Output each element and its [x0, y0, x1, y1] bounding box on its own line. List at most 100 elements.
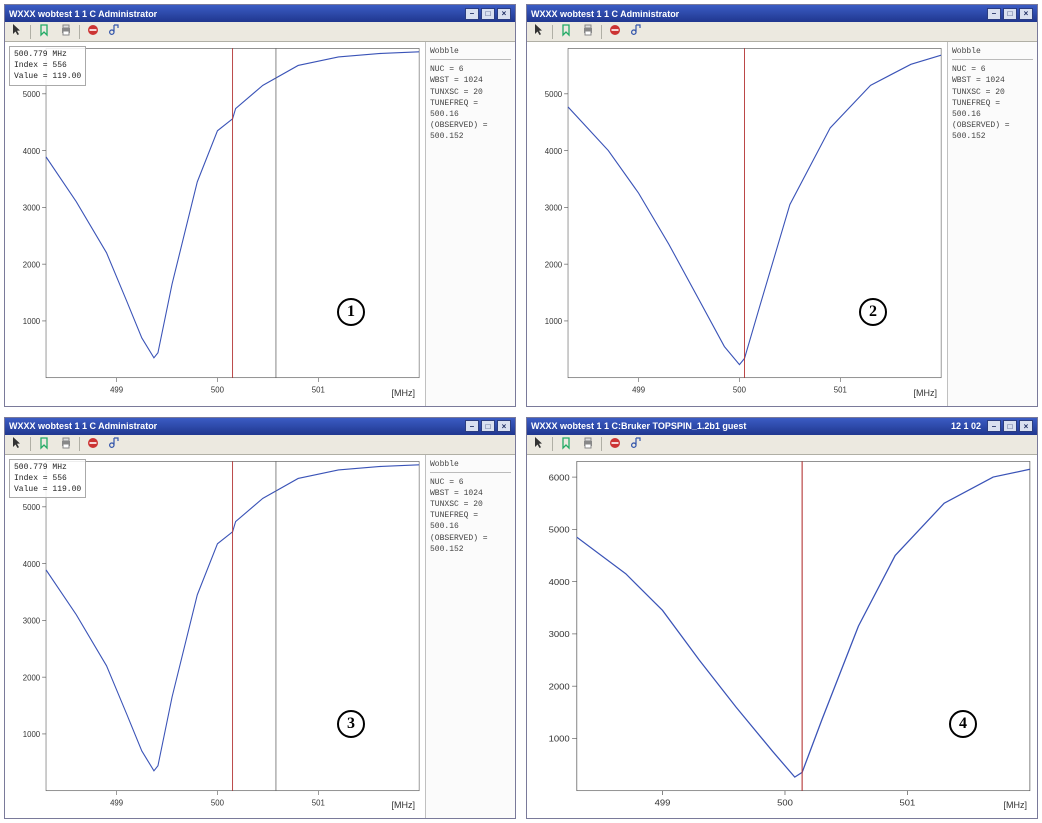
maximize-button[interactable]: □	[1003, 420, 1017, 432]
note-icon	[630, 436, 644, 453]
plot-area[interactable]: 100020003000400050006000499500501[MHz]4	[527, 455, 1037, 819]
bookmark-button[interactable]	[557, 24, 575, 40]
cursor-icon	[532, 23, 546, 40]
svg-text:1000: 1000	[545, 317, 563, 326]
svg-text:2000: 2000	[23, 673, 41, 682]
note-button[interactable]	[106, 24, 124, 40]
svg-text:501: 501	[312, 798, 325, 807]
svg-text:1000: 1000	[23, 317, 41, 326]
svg-text:3000: 3000	[23, 616, 41, 625]
cursor-button[interactable]	[530, 436, 548, 452]
parameter-line: NUC = 6	[430, 477, 511, 488]
plot-area[interactable]: 10002000300040005000499500501[MHz]2	[527, 42, 947, 406]
plot-area[interactable]: 10002000300040005000499500501500.779 MHz…	[5, 455, 425, 819]
cursor-info-box: 500.779 MHzIndex = 556Value = 119.00	[9, 46, 86, 86]
print-icon	[59, 23, 73, 40]
cursor-button[interactable]	[8, 24, 26, 40]
plot-svg: 100020003000400050006000499500501	[527, 455, 1037, 819]
svg-text:3000: 3000	[545, 203, 563, 212]
bookmark-button[interactable]	[557, 436, 575, 452]
svg-text:1000: 1000	[23, 729, 41, 738]
bookmark-button[interactable]	[35, 436, 53, 452]
toolbar-divider	[601, 25, 602, 39]
maximize-button[interactable]: □	[481, 420, 495, 432]
panel-number-badge: 1	[337, 298, 365, 326]
minimize-button[interactable]: –	[987, 8, 1001, 20]
parameter-line: NUC = 6	[430, 64, 511, 75]
svg-text:500: 500	[777, 798, 793, 807]
close-button[interactable]: ×	[497, 8, 511, 20]
note-button[interactable]	[628, 24, 646, 40]
note-button[interactable]	[106, 436, 124, 452]
parameter-line: TUNEFREQ = 500.16	[430, 510, 511, 532]
parameter-line: TUNEFREQ = 500.16	[430, 98, 511, 120]
close-button[interactable]: ×	[1019, 8, 1033, 20]
titlebar[interactable]: WXXX wobtest 1 1 C:Bruker TOPSPIN_1.2b1 …	[527, 418, 1037, 435]
window-buttons: –□×	[987, 8, 1033, 20]
svg-text:499: 499	[110, 798, 123, 807]
toolbar-divider	[552, 437, 553, 451]
print-button[interactable]	[579, 436, 597, 452]
print-button[interactable]	[57, 24, 75, 40]
titlebar[interactable]: WXXX wobtest 1 1 C Administrator–□×	[5, 418, 515, 435]
bookmark-icon	[559, 436, 573, 453]
toolbar-divider	[552, 25, 553, 39]
panel-number-badge: 4	[949, 710, 977, 738]
minimize-button[interactable]: –	[465, 8, 479, 20]
maximize-button[interactable]: □	[481, 8, 495, 20]
minimize-button[interactable]: –	[465, 420, 479, 432]
parameter-line: TUNXSC = 20	[430, 87, 511, 98]
svg-text:2000: 2000	[549, 681, 570, 690]
plot-svg: 10002000300040005000499500501	[527, 42, 947, 406]
app-window: WXXX wobtest 1 1 C:Bruker TOPSPIN_1.2b1 …	[526, 417, 1038, 820]
note-button[interactable]	[628, 436, 646, 452]
stop-button[interactable]	[84, 436, 102, 452]
app-window: WXXX wobtest 1 1 C Administrator–□×10002…	[4, 4, 516, 407]
close-button[interactable]: ×	[497, 420, 511, 432]
maximize-button[interactable]: □	[1003, 8, 1017, 20]
stop-button[interactable]	[606, 436, 624, 452]
parameter-line: TUNXSC = 20	[430, 499, 511, 510]
close-button[interactable]: ×	[1019, 420, 1033, 432]
stop-button[interactable]	[84, 24, 102, 40]
toolbar-divider	[79, 25, 80, 39]
stop-icon	[608, 23, 622, 40]
svg-text:2000: 2000	[545, 260, 563, 269]
svg-text:4000: 4000	[549, 577, 570, 586]
parameter-line: NUC = 6	[952, 64, 1033, 75]
bookmark-button[interactable]	[35, 24, 53, 40]
svg-text:3000: 3000	[549, 629, 570, 638]
print-button[interactable]	[57, 436, 75, 452]
toolbar	[527, 435, 1037, 455]
note-icon	[630, 23, 644, 40]
content-area: 10002000300040005000499500501500.779 MHz…	[5, 42, 515, 406]
cursor-info-line: Value = 119.00	[14, 484, 81, 495]
parameter-line: (OBSERVED) = 500.152	[430, 120, 511, 142]
stop-icon	[608, 436, 622, 453]
plot-area[interactable]: 10002000300040005000499500501500.779 MHz…	[5, 42, 425, 406]
svg-text:500: 500	[211, 385, 224, 394]
minimize-button[interactable]: –	[987, 420, 1001, 432]
svg-text:501: 501	[900, 798, 916, 807]
titlebar[interactable]: WXXX wobtest 1 1 C Administrator–□×	[527, 5, 1037, 22]
stop-button[interactable]	[606, 24, 624, 40]
cursor-info-line: Index = 556	[14, 60, 81, 71]
cursor-button[interactable]	[530, 24, 548, 40]
print-button[interactable]	[579, 24, 597, 40]
content-area: 100020003000400050006000499500501[MHz]4	[527, 455, 1037, 819]
bookmark-icon	[37, 23, 51, 40]
window-buttons: –□×	[987, 420, 1033, 432]
cursor-info-line: 500.779 MHz	[14, 49, 81, 60]
x-axis-unit: [MHz]	[1004, 800, 1028, 810]
svg-text:500: 500	[733, 385, 746, 394]
svg-text:5000: 5000	[23, 90, 41, 99]
x-axis-unit: [MHz]	[914, 388, 938, 398]
cursor-button[interactable]	[8, 436, 26, 452]
svg-text:499: 499	[655, 798, 671, 807]
svg-text:6000: 6000	[549, 472, 570, 481]
parameter-line: WBST = 1024	[952, 75, 1033, 86]
titlebar[interactable]: WXXX wobtest 1 1 C Administrator–□×	[5, 5, 515, 22]
cursor-info-line: 500.779 MHz	[14, 462, 81, 473]
cursor-icon	[10, 436, 24, 453]
svg-text:5000: 5000	[545, 90, 563, 99]
